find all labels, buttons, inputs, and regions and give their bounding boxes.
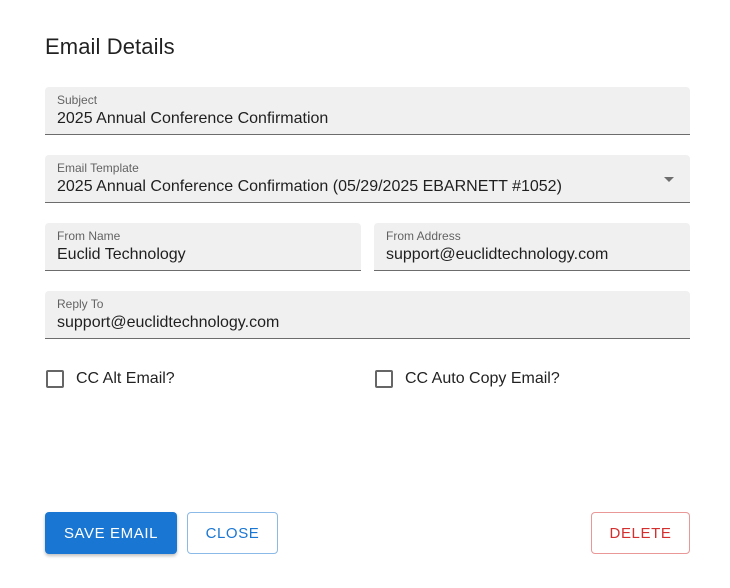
- cc-auto-copy-email-checkbox[interactable]: CC Auto Copy Email?: [375, 370, 560, 388]
- delete-button[interactable]: DELETE: [591, 512, 690, 554]
- reply-to-value[interactable]: support@euclidtechnology.com: [57, 314, 279, 332]
- from-name-value[interactable]: Euclid Technology: [57, 246, 186, 264]
- subject-field[interactable]: Subject 2025 Annual Conference Confirmat…: [45, 87, 690, 135]
- subject-label: Subject: [57, 93, 98, 107]
- save-email-button[interactable]: SAVE EMAIL: [45, 512, 177, 554]
- email-template-select[interactable]: Email Template 2025 Annual Conference Co…: [45, 155, 690, 203]
- email-template-value[interactable]: 2025 Annual Conference Confirmation (05/…: [57, 178, 562, 196]
- from-name-field[interactable]: From Name Euclid Technology: [45, 223, 361, 271]
- cc-alt-email-checkbox[interactable]: CC Alt Email?: [46, 370, 175, 388]
- cc-alt-email-label[interactable]: CC Alt Email?: [76, 370, 175, 388]
- checkbox-unchecked-icon[interactable]: [375, 370, 393, 388]
- close-button[interactable]: CLOSE: [187, 512, 278, 554]
- from-address-label: From Address: [386, 229, 461, 243]
- reply-to-field[interactable]: Reply To support@euclidtechnology.com: [45, 291, 690, 339]
- subject-value[interactable]: 2025 Annual Conference Confirmation: [57, 110, 328, 128]
- from-address-value[interactable]: support@euclidtechnology.com: [386, 246, 608, 264]
- chevron-down-icon[interactable]: [664, 177, 674, 182]
- dialog-title: Email Details: [45, 34, 175, 59]
- cc-auto-copy-email-label[interactable]: CC Auto Copy Email?: [405, 370, 560, 388]
- from-address-field[interactable]: From Address support@euclidtechnology.co…: [374, 223, 690, 271]
- reply-to-label: Reply To: [57, 297, 104, 311]
- from-name-label: From Name: [57, 229, 121, 243]
- checkbox-unchecked-icon[interactable]: [46, 370, 64, 388]
- email-template-label: Email Template: [57, 161, 139, 175]
